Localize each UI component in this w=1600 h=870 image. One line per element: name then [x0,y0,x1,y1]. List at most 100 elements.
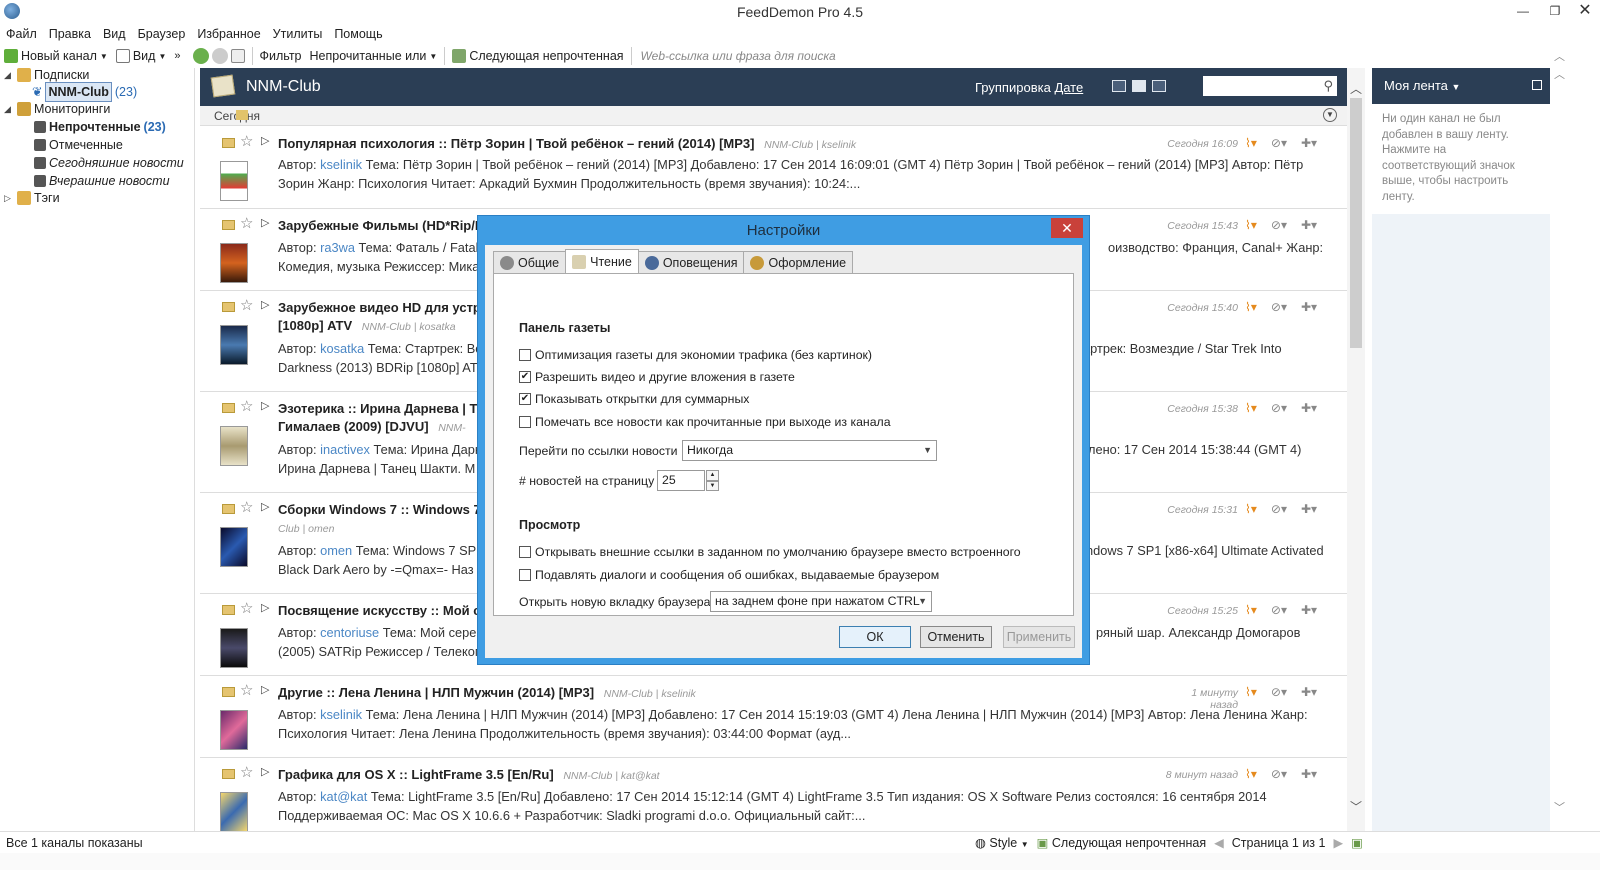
star-icon[interactable]: ☆ [240,296,253,314]
rss-icon[interactable]: ⌇▾ [1245,401,1257,415]
scroll-up-icon[interactable]: ︿ [1554,48,1565,64]
next-unread-button[interactable]: Следующая непрочтенная [448,49,627,63]
checkbox-show-cards[interactable]: ✔ [519,393,531,405]
ok-button[interactable]: ОК [839,626,911,648]
newtab-select[interactable]: на заднем фоне при нажатом CTRL ▼ [710,591,932,612]
share-icon[interactable]: ✚▾ [1301,136,1317,150]
collapse-icon[interactable]: ▼ [1323,108,1337,122]
star-icon[interactable]: ☆ [240,397,253,415]
rss-icon[interactable]: ⌇▾ [1245,685,1257,699]
scrollbar-thumb[interactable] [1350,98,1362,348]
expand-icon[interactable]: ◢ [4,100,14,118]
envelope-icon[interactable] [222,302,235,312]
perpage-input[interactable]: 25 [657,470,705,491]
author-link[interactable]: centoriuse [320,625,379,640]
envelope-icon[interactable] [222,220,235,230]
tag-icon[interactable]: ⊘▾ [1271,300,1287,314]
share-icon[interactable]: ✚▾ [1301,300,1317,314]
scroll-down-icon[interactable]: ﹀ [1554,799,1565,815]
menu-file[interactable]: Файл [0,24,43,44]
forward-icon[interactable] [211,48,228,64]
play-icon[interactable]: ▷ [261,500,269,513]
play-icon[interactable]: ▷ [261,216,269,229]
menu-tools[interactable]: Утилиты [267,24,329,44]
perpage-stepper[interactable]: ▲ ▼ [706,470,719,491]
author-link[interactable]: kosatka [320,341,364,356]
author-link[interactable]: kselinik [320,157,362,172]
envelope-icon[interactable] [222,769,235,779]
cancel-button[interactable]: Отменить [920,626,992,648]
expand-icon[interactable]: ◢ [4,66,14,84]
star-icon[interactable]: ☆ [240,498,253,516]
expand-icon[interactable]: ▷ [4,189,14,207]
tag-icon[interactable]: ⊘▾ [1271,218,1287,232]
play-icon[interactable]: ▷ [261,601,269,614]
option-optimize[interactable]: Оптимизация газеты для экономии трафика … [519,348,872,362]
maximize-button[interactable]: ❐ [1540,0,1570,22]
rss-icon[interactable]: ⌇▾ [1245,300,1257,314]
feed-search-input[interactable]: ⚲ [1203,76,1337,96]
list-view-icon[interactable] [1112,80,1126,92]
article-title[interactable]: Графика для OS X :: LightFrame 3.5 [En/R… [278,766,1158,785]
envelope-icon[interactable] [222,687,235,697]
tree-yesterday[interactable]: Вчерашние новости [34,172,170,190]
envelope-icon[interactable] [222,138,235,148]
star-icon[interactable]: ☆ [240,214,253,232]
share-icon[interactable]: ✚▾ [1301,401,1317,415]
status-next-unread[interactable]: ▣ Следующая непрочтенная [1037,835,1207,850]
goto-select[interactable]: Никогда ▼ [682,440,937,461]
overflow-icon[interactable]: » [174,50,180,62]
option-external-links[interactable]: Открывать внешние ссылки в заданном по у… [519,545,1021,559]
option-show-cards[interactable]: ✔ Показывать открытки для суммарных [519,392,749,406]
star-icon[interactable]: ☆ [240,132,253,150]
mark-read-icon[interactable] [236,110,248,120]
feed-scrollbar[interactable]: ︿ ﹀ [1347,68,1365,831]
prev-page-icon[interactable]: ◀ [1214,835,1224,850]
play-icon[interactable]: ▷ [261,765,269,778]
tag-icon[interactable]: ⊘▾ [1271,401,1287,415]
next-page-icon[interactable]: ▶ [1333,835,1343,850]
envelope-icon[interactable] [222,403,235,413]
menu-edit[interactable]: Правка [43,24,97,44]
star-icon[interactable]: ☆ [240,763,253,781]
star-icon[interactable]: ☆ [240,681,253,699]
browser-view-icon[interactable] [1152,80,1166,92]
tag-icon[interactable]: ⊘▾ [1271,603,1287,617]
article-title[interactable]: Популярная психология :: Пётр Зорин | Тв… [278,135,1158,154]
rss-icon[interactable]: ⌇▾ [1245,136,1257,150]
tab-appearance[interactable]: Оформление [743,251,854,273]
article-item[interactable]: ☆ ▷ Графика для OS X :: LightFrame 3.5 [… [200,758,1347,832]
tree-unread[interactable]: Непрочтенные (23) [34,118,166,136]
maximize-pane-icon[interactable] [1532,80,1542,90]
checkbox-optimize[interactable] [519,349,531,361]
tree-today[interactable]: Сегодняшние новости [34,154,184,172]
tree-channel-nnm[interactable]: ❦ NNM-Club (23) [32,82,137,102]
tree-monitorings[interactable]: ◢ Мониторинги [4,100,110,118]
article-item[interactable]: ☆ ▷ Другие :: Лена Ленина | НЛП Мужчин (… [200,676,1347,758]
checkbox-allow-video[interactable]: ✔ [519,371,531,383]
menu-favorites[interactable]: Избранное [191,24,266,44]
tab-general[interactable]: Общие [493,251,567,273]
envelope-icon[interactable] [222,504,235,514]
my-feed-title[interactable]: Моя лента ▼ [1384,78,1460,93]
share-icon[interactable]: ✚▾ [1301,767,1317,781]
star-icon[interactable]: ☆ [240,599,253,617]
style-button[interactable]: ◍ Style ▼ [975,835,1029,850]
author-link[interactable]: omen [320,543,352,558]
new-channel-button[interactable]: Новый канал ▼ [0,49,112,63]
back-icon[interactable] [192,48,209,64]
tab-notifications[interactable]: Оповещения [637,251,745,273]
tag-icon[interactable]: ⊘▾ [1271,136,1287,150]
stepper-down-icon[interactable]: ▼ [706,480,719,491]
rss-icon[interactable]: ⌇▾ [1245,218,1257,232]
right-scrollbar[interactable]: ︿ ︿ ﹀ [1551,44,1569,831]
url-search-input[interactable]: Web-ссылка или фраза для поиска [635,46,1600,66]
tree-tags[interactable]: ▷ Тэги [4,189,60,207]
scroll-up-icon[interactable]: ︿ [1350,80,1362,97]
rss-icon[interactable]: ⌇▾ [1245,603,1257,617]
tab-reading[interactable]: Чтение [565,249,639,273]
article-title[interactable]: Другие :: Лена Ленина | НЛП Мужчин (2014… [278,684,1158,703]
play-icon[interactable]: ▷ [261,399,269,412]
option-suppress-errors[interactable]: Подавлять диалоги и сообщения об ошибках… [519,568,939,582]
view-button[interactable]: Вид ▼ [112,49,171,63]
